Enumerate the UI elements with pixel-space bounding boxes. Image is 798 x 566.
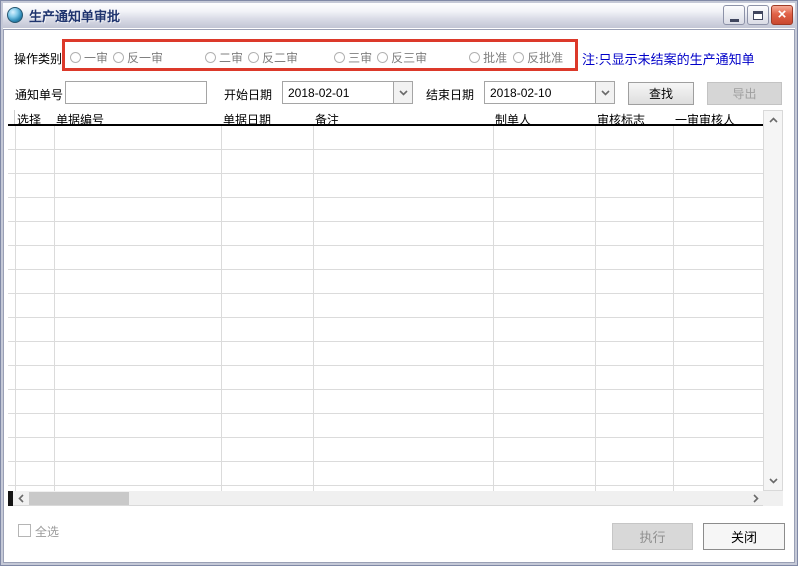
grid-body xyxy=(8,126,763,491)
select-all-label: 全选 xyxy=(35,523,59,540)
end-date-value: 2018-02-10 xyxy=(485,82,595,103)
column-header: 一审审核人 xyxy=(673,110,763,124)
end-date-select[interactable]: 2018-02-10 xyxy=(484,81,615,104)
end-date-label: 结束日期 xyxy=(426,86,474,103)
radio-icon xyxy=(205,52,216,63)
scroll-right-icon[interactable] xyxy=(749,491,763,506)
radio-label: 反二审 xyxy=(262,49,298,66)
titlebar[interactable]: 生产通知单审批 × xyxy=(2,2,796,28)
radio-option[interactable]: 反一审 xyxy=(113,49,163,66)
grid-header-row: 选择 单据编号 单据日期 备注 制单人 审核标志 一审审核人 xyxy=(8,110,763,126)
scrollbar-mark xyxy=(8,491,13,506)
chevron-down-icon[interactable] xyxy=(595,82,614,103)
approval-dialog-window: 生产通知单审批 × 操作类别 一审 反一审 二审 xyxy=(0,0,798,566)
maximize-icon xyxy=(753,11,763,20)
operation-type-label: 操作类别 xyxy=(14,50,62,67)
grid-column-divider xyxy=(673,126,674,491)
note-text: 注:只显示未结案的生产通知单 xyxy=(582,49,755,68)
scroll-down-icon[interactable] xyxy=(764,473,782,489)
notice-number-input[interactable] xyxy=(65,81,207,104)
column-header: 备注 xyxy=(313,110,493,124)
radio-option[interactable]: 批准 xyxy=(469,49,507,66)
radio-label: 反批准 xyxy=(527,49,563,66)
radio-label: 批准 xyxy=(483,49,507,66)
close-icon: × xyxy=(778,7,787,22)
window-title: 生产通知单审批 xyxy=(29,6,120,25)
close-button[interactable]: × xyxy=(771,5,793,25)
radio-icon xyxy=(513,52,524,63)
radio-label: 反三审 xyxy=(391,49,427,66)
data-grid: 选择 单据编号 单据日期 备注 制单人 审核标志 一审审核人 xyxy=(8,110,783,506)
radio-option[interactable]: 一审 xyxy=(70,49,108,66)
scrollbar-thumb[interactable] xyxy=(29,492,129,505)
radio-option[interactable]: 反二审 xyxy=(248,49,298,66)
grid-column-divider xyxy=(595,126,596,491)
maximize-button[interactable] xyxy=(747,5,769,25)
start-date-label: 开始日期 xyxy=(224,86,272,103)
chevron-down-icon[interactable] xyxy=(393,82,412,103)
grid-column-divider xyxy=(54,126,55,491)
close-dialog-button[interactable]: 关闭 xyxy=(703,523,785,550)
grid-corner-cell xyxy=(8,110,15,124)
vertical-scrollbar[interactable] xyxy=(763,110,783,491)
grid-column-divider xyxy=(15,126,16,491)
column-header: 单据编号 xyxy=(54,110,221,124)
radio-icon xyxy=(334,52,345,63)
radio-label: 一审 xyxy=(84,49,108,66)
notice-number-label: 通知单号 xyxy=(15,86,63,103)
export-button[interactable]: 导出 xyxy=(707,82,782,105)
column-header: 选择 xyxy=(15,110,54,124)
radio-icon xyxy=(113,52,124,63)
radio-option[interactable]: 三审 xyxy=(334,49,372,66)
radio-label: 二审 xyxy=(219,49,243,66)
radio-icon xyxy=(377,52,388,63)
radio-icon xyxy=(469,52,480,63)
scroll-left-icon[interactable] xyxy=(14,491,28,506)
start-date-value: 2018-02-01 xyxy=(283,82,393,103)
scroll-up-icon[interactable] xyxy=(764,112,782,128)
radio-icon xyxy=(248,52,259,63)
scrollbar-corner xyxy=(763,491,783,506)
execute-button[interactable]: 执行 xyxy=(612,523,693,550)
column-header: 审核标志 xyxy=(595,110,673,124)
globe-icon xyxy=(7,7,23,23)
grid-column-divider xyxy=(493,126,494,491)
minimize-button[interactable] xyxy=(723,5,745,25)
radio-option[interactable]: 二审 xyxy=(205,49,243,66)
start-date-select[interactable]: 2018-02-01 xyxy=(282,81,413,104)
operation-radio-group: 一审 反一审 二审 反二审 三审 反三审 xyxy=(70,49,563,65)
radio-option[interactable]: 反三审 xyxy=(377,49,427,66)
window-controls: × xyxy=(723,5,793,25)
grid-column-headers: 选择 单据编号 单据日期 备注 制单人 审核标志 一审审核人 xyxy=(15,110,763,124)
minimize-icon xyxy=(730,19,739,22)
radio-option[interactable]: 反批准 xyxy=(513,49,563,66)
radio-label: 反一审 xyxy=(127,49,163,66)
grid-column-divider xyxy=(221,126,222,491)
search-button[interactable]: 查找 xyxy=(628,82,694,105)
column-header: 制单人 xyxy=(493,110,595,124)
select-all-checkbox[interactable] xyxy=(18,524,31,537)
radio-icon xyxy=(70,52,81,63)
horizontal-scrollbar[interactable] xyxy=(8,491,763,506)
grid-column-divider xyxy=(313,126,314,491)
radio-label: 三审 xyxy=(348,49,372,66)
column-header: 单据日期 xyxy=(221,110,313,124)
